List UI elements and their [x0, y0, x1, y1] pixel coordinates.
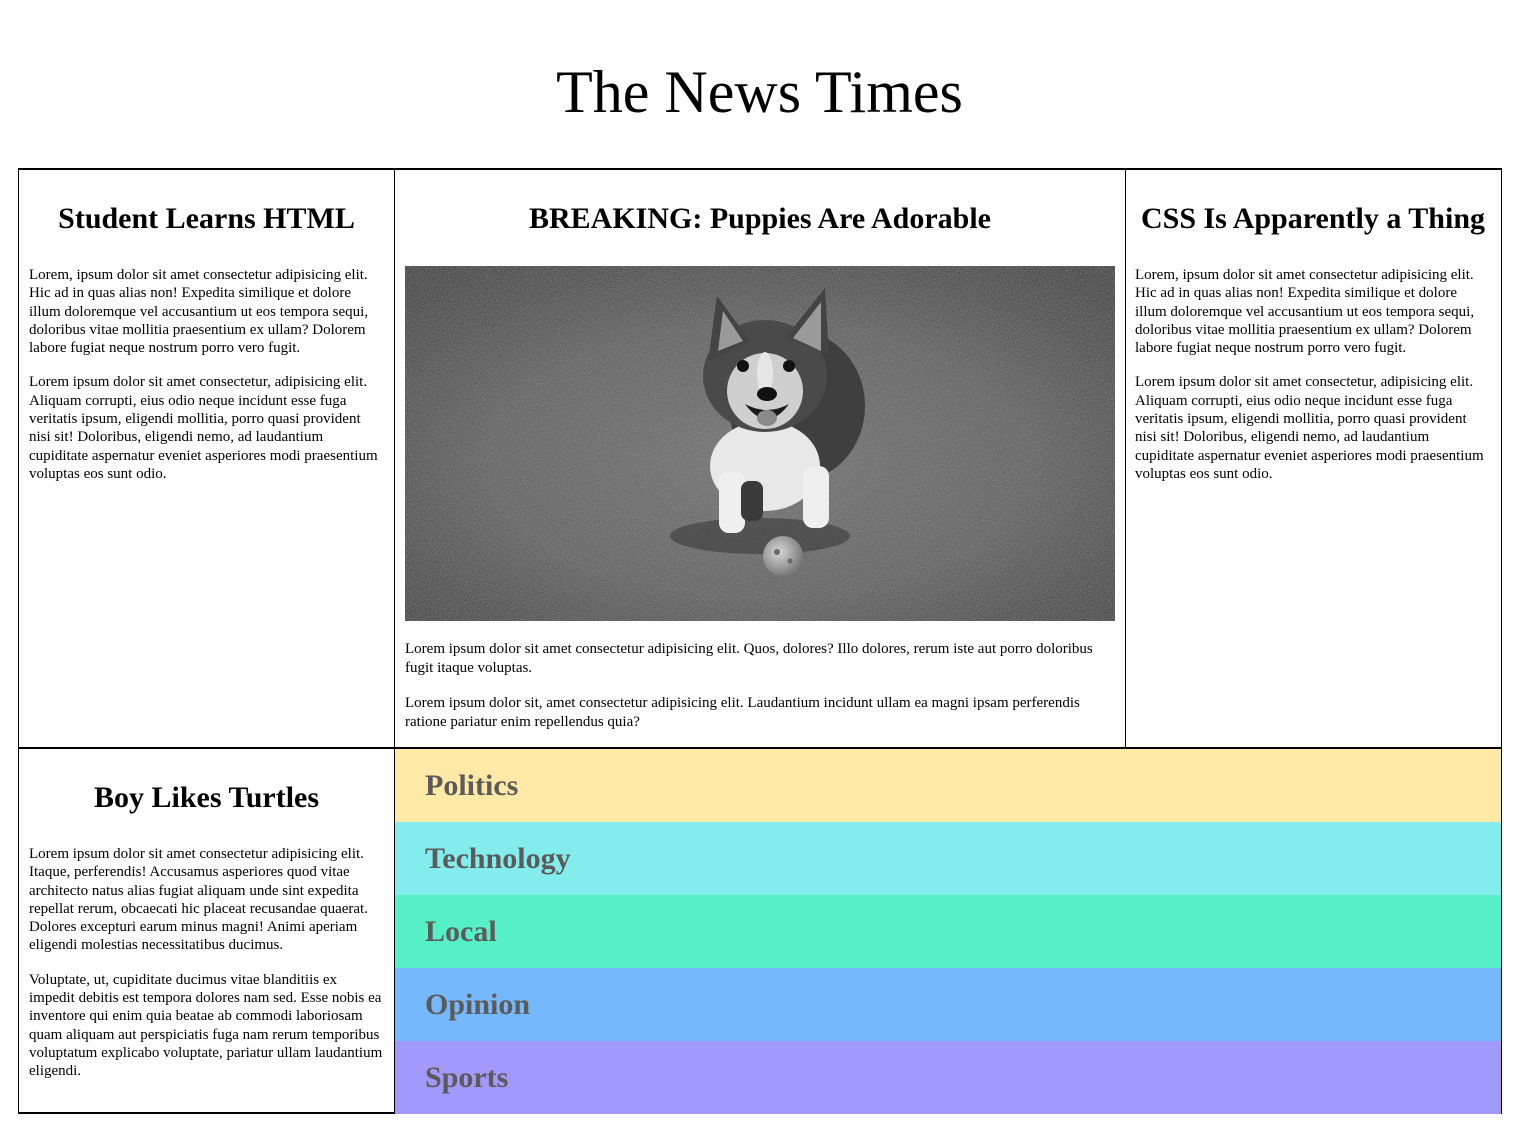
section-politics[interactable]: Politics: [395, 749, 1501, 822]
section-label: Politics: [425, 768, 519, 802]
article-puppies-are-adorable: BREAKING: Puppies Are Adorable Lorem ips…: [395, 170, 1126, 747]
article-body: Lorem, ipsum dolor sit amet consectetur …: [1135, 266, 1491, 483]
section-label: Opinion: [425, 987, 531, 1021]
masthead-title: The News Times: [556, 59, 963, 125]
article-paragraph: Lorem ipsum dolor sit amet consectetur, …: [1135, 374, 1484, 482]
article-paragraph: Voluptate, ut, cupiditate ducimus vitae …: [29, 971, 383, 1080]
article-headline: CSS Is Apparently a Thing: [1140, 202, 1486, 235]
article-student-learns-html: Student Learns HTML Lorem, ipsum dolor s…: [18, 170, 395, 747]
section-opinion[interactable]: Opinion: [395, 968, 1501, 1041]
article-boy-likes-turtles: Boy Likes Turtles Lorem ipsum dolor sit …: [18, 747, 395, 1114]
article-css-is-a-thing: CSS Is Apparently a Thing Lorem, ipsum d…: [1125, 170, 1502, 747]
article-body: Lorem ipsum dolor sit amet consectetur a…: [29, 845, 384, 1081]
article-paragraph: Lorem ipsum dolor sit amet consectetur, …: [29, 374, 378, 482]
article-paragraph: Lorem ipsum dolor sit, amet consectetur …: [405, 695, 1080, 730]
article-body: Lorem, ipsum dolor sit amet consectetur …: [29, 266, 384, 483]
section-local[interactable]: Local: [395, 895, 1501, 968]
corgi-photo: [405, 266, 1115, 621]
article-paragraph: Lorem, ipsum dolor sit amet consectetur …: [1135, 267, 1475, 357]
article-headline: BREAKING: Puppies Are Adorable: [529, 202, 991, 235]
section-label: Local: [425, 914, 497, 948]
article-headline: Boy Likes Turtles: [93, 781, 320, 814]
article-headline: Student Learns HTML: [58, 202, 355, 235]
section-sports[interactable]: Sports: [395, 1041, 1501, 1114]
section-nav: Politics Technology Local Opinion Sports: [395, 747, 1502, 1114]
section-label: Technology: [425, 841, 571, 875]
section-technology[interactable]: Technology: [395, 822, 1501, 895]
article-paragraph: Lorem, ipsum dolor sit amet consectetur …: [29, 267, 369, 357]
news-grid: Student Learns HTML Lorem, ipsum dolor s…: [18, 168, 1502, 1114]
article-paragraph: Lorem ipsum dolor sit amet consectetur a…: [405, 641, 1093, 676]
section-label: Sports: [425, 1060, 509, 1094]
article-paragraph: Lorem ipsum dolor sit amet consectetur a…: [29, 846, 368, 954]
